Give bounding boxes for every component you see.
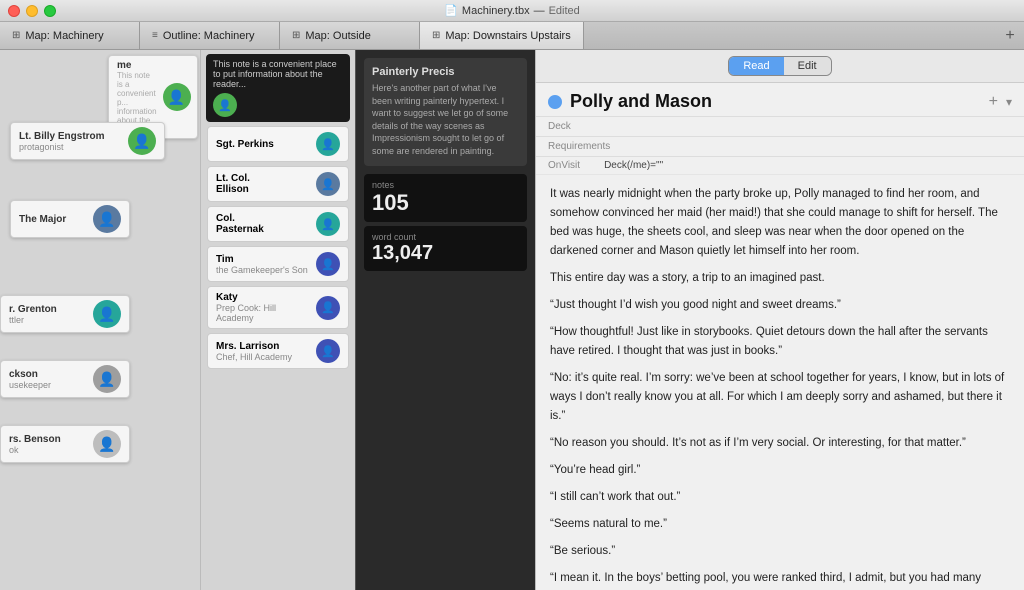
avatar-sgt: 👤 — [316, 132, 340, 156]
read-edit-buttons: Read Edit — [728, 56, 831, 76]
panel-map-machinery: me This note is a convenient p... inform… — [0, 50, 200, 590]
main-area: me This note is a convenient p... inform… — [0, 50, 1024, 590]
minimize-button[interactable] — [26, 5, 38, 17]
avatar-note: 👤 — [213, 93, 237, 117]
card-major[interactable]: The Major 👤 — [10, 200, 130, 238]
reading-paragraph: “Seems natural to me.” — [550, 515, 1010, 534]
stat-words: word count 13,047 — [364, 226, 527, 271]
avatar-larrison: 👤 — [316, 339, 340, 363]
tabbar: ⊞ Map: Machinery ≡ Outline: Machinery ⊞ … — [0, 22, 1024, 50]
panel-outline-machinery: This note is a convenient place to put i… — [200, 50, 355, 590]
avatar-benson: 👤 — [93, 430, 121, 458]
reading-paragraph: “Just thought I’d wish you good night an… — [550, 296, 1010, 315]
map-icon-3: ⊞ — [432, 30, 440, 41]
titlebar-title: 📄 Machinery.tbx — Edited — [444, 4, 580, 17]
close-button[interactable] — [8, 5, 20, 17]
map-canvas: me This note is a convenient p... inform… — [0, 50, 200, 590]
stat-notes: notes 105 — [364, 174, 527, 222]
reading-paragraph: “You’re head girl.” — [550, 461, 1010, 480]
avatar-katy: 👤 — [316, 296, 340, 320]
avatar-ckson: 👤 — [93, 365, 121, 393]
maximize-button[interactable] — [44, 5, 56, 17]
outline-larrison[interactable]: Mrs. Larrison Chef, Hill Academy 👤 — [207, 333, 349, 369]
collapse-button[interactable]: ▾ — [1006, 95, 1012, 109]
reading-meta-requirements: Requirements — [536, 137, 1024, 157]
reading-paragraph: “I mean it. In the boys’ betting pool, y… — [550, 569, 1010, 590]
card-ckson[interactable]: ckson usekeeper 👤 — [0, 360, 130, 398]
card-grenton[interactable]: r. Grenton ttler 👤 — [0, 295, 130, 333]
reading-paragraph: It was nearly midnight when the party br… — [550, 185, 1010, 261]
reading-paragraph: “No: it’s quite real. I’m sorry: we’ve b… — [550, 369, 1010, 426]
node-icon — [548, 95, 562, 109]
tab-map-machinery[interactable]: ⊞ Map: Machinery — [0, 22, 140, 49]
reading-meta-deck: Deck — [536, 117, 1024, 137]
avatar-ltcol: 👤 — [316, 172, 340, 196]
reading-header: Read Edit — [536, 50, 1024, 83]
outline-note: This note is a convenient place to put i… — [206, 54, 350, 122]
outline-tim[interactable]: Tim the Gamekeeper's Son 👤 — [207, 246, 349, 282]
document-icon: 📄 — [444, 4, 458, 17]
tab-map-outside[interactable]: ⊞ Map: Outside — [280, 22, 420, 49]
painterly-card: Painterly Precis Here's another part of … — [364, 58, 527, 166]
reading-meta-onvisit: OnVisit Deck(/me)="" — [536, 157, 1024, 175]
edit-button[interactable]: Edit — [784, 57, 831, 75]
avatar-col: 👤 — [316, 212, 340, 236]
card-billy[interactable]: Lt. Billy Engstrom protagonist 👤 — [10, 122, 165, 160]
outline-ltcol[interactable]: Lt. Col.Ellison 👤 — [207, 166, 349, 202]
add-tab-button[interactable]: + — [996, 22, 1024, 49]
reading-paragraph: “I still can’t work that out.” — [550, 488, 1010, 507]
outline-sgt[interactable]: Sgt. Perkins 👤 — [207, 126, 349, 162]
outline-icon: ≡ — [152, 30, 158, 41]
map-icon-1: ⊞ — [12, 30, 20, 41]
avatar-grenton: 👤 — [93, 300, 121, 328]
outline-col[interactable]: Col.Pasternak 👤 — [207, 206, 349, 242]
reading-paragraph: “Be serious.” — [550, 542, 1010, 561]
outline-katy[interactable]: Katy Prep Cook: Hill Academy 👤 — [207, 286, 349, 329]
edited-label: Edited — [549, 5, 580, 17]
window-controls — [0, 5, 56, 17]
avatar-major: 👤 — [93, 205, 121, 233]
map-icon-2: ⊞ — [292, 30, 300, 41]
avatar-tim: 👤 — [316, 252, 340, 276]
read-button[interactable]: Read — [729, 57, 783, 75]
titlebar: 📄 Machinery.tbx — Edited — [0, 0, 1024, 22]
reading-paragraph: This entire day was a story, a trip to a… — [550, 269, 1010, 288]
avatar-billy: 👤 — [128, 127, 156, 155]
reading-paragraph: “How thoughtful! Just like in storybooks… — [550, 323, 1010, 361]
add-attribute-button[interactable]: + — [989, 93, 998, 111]
reading-content[interactable]: It was nearly midnight when the party br… — [536, 175, 1024, 590]
panel-map-outside: Painterly Precis Here's another part of … — [355, 50, 535, 590]
reading-title: Polly and Mason — [570, 91, 981, 112]
card-benson[interactable]: rs. Benson ok 👤 — [0, 425, 130, 463]
separator: — — [534, 5, 545, 17]
reading-title-row: Polly and Mason + ▾ — [536, 83, 1024, 117]
reading-paragraph: “No reason you should. It’s not as if I’… — [550, 434, 1010, 453]
tab-map-downstairs[interactable]: ⊞ Map: Downstairs Upstairs — [420, 22, 584, 49]
avatar-me: 👤 — [163, 83, 191, 111]
tab-outline-machinery[interactable]: ≡ Outline: Machinery — [140, 22, 280, 49]
panel-reading: Read Edit Polly and Mason + ▾ Deck Requi… — [535, 50, 1024, 590]
